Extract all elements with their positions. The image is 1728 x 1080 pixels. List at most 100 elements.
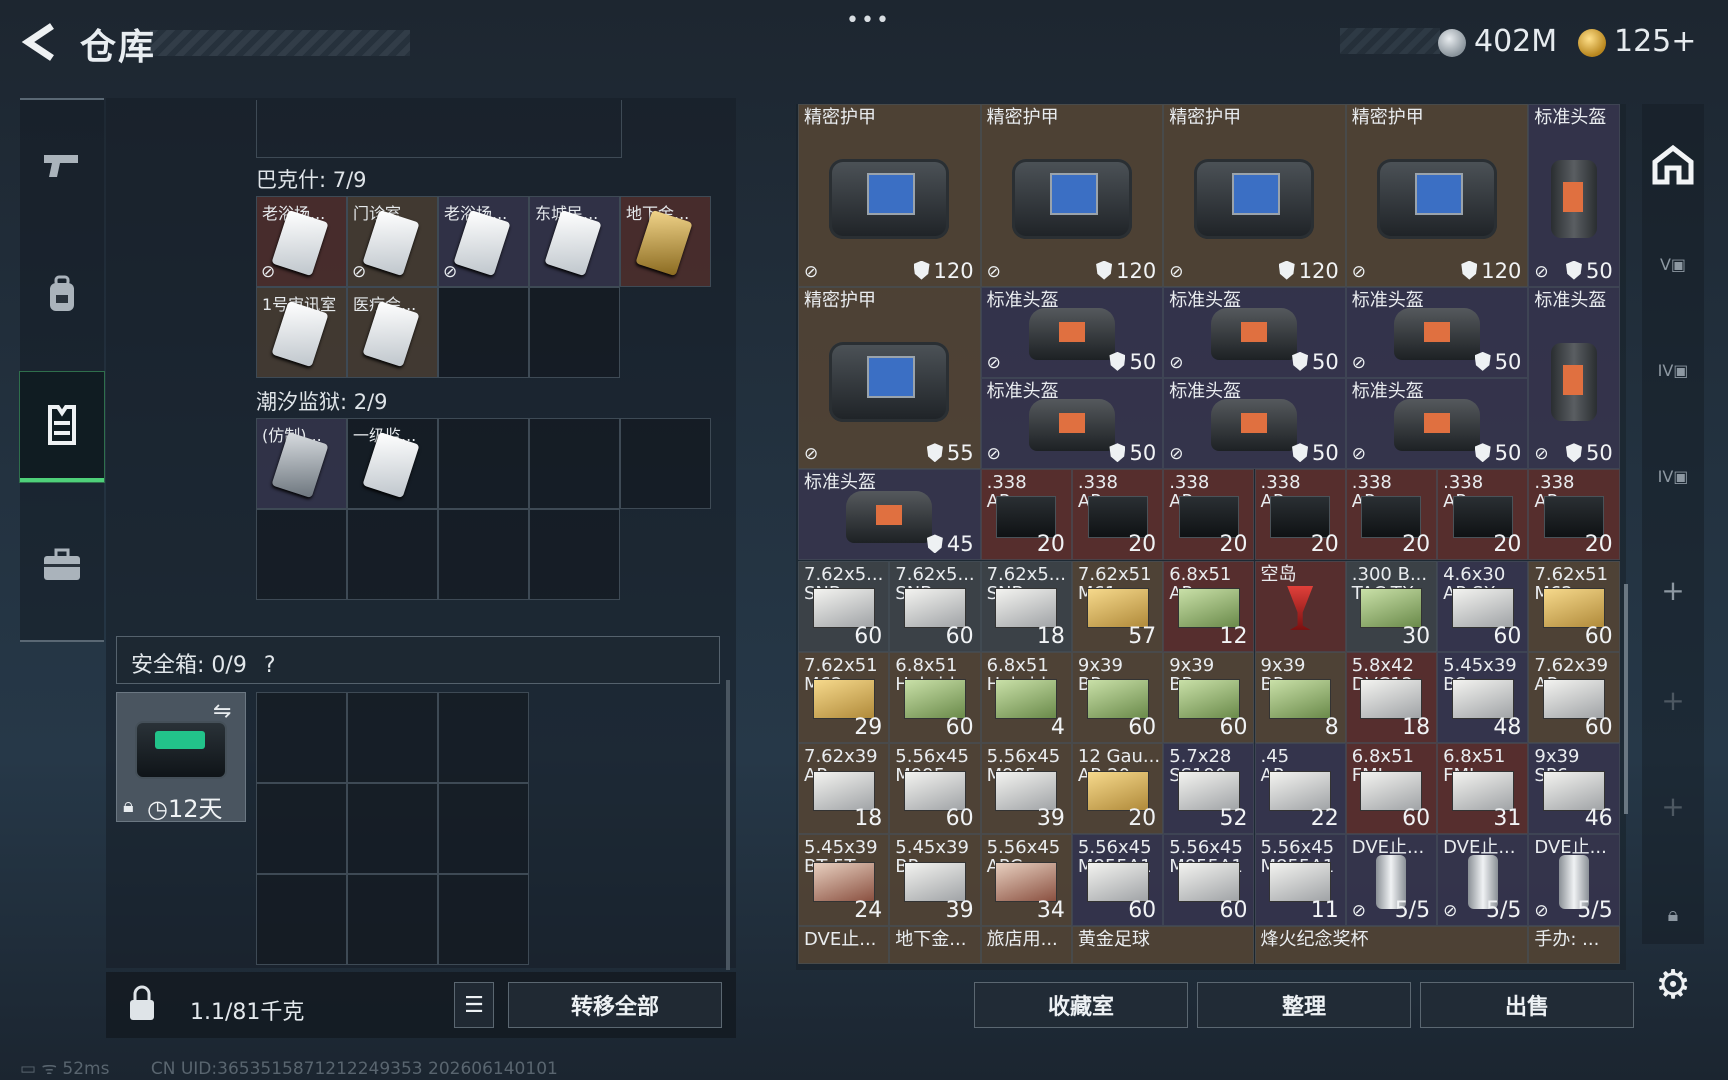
armor-item[interactable]: 精密护甲 ⊘ 55: [798, 286, 981, 470]
medkit-item[interactable]: DVE止... ⊘ 5/5: [1528, 834, 1620, 926]
ammo-item[interactable]: .338AP20: [1528, 469, 1620, 561]
empty-key-slot[interactable]: [438, 287, 529, 378]
ammo-item[interactable]: 9x39BP8: [1254, 651, 1346, 744]
ammo-item[interactable]: 5.7x28SS19052: [1163, 743, 1255, 835]
ammo-item[interactable]: .338AP20: [1163, 469, 1255, 561]
collectible-item[interactable]: 旅店用...: [980, 925, 1072, 965]
empty-key-slot[interactable]: [529, 287, 620, 378]
empty-key-slot[interactable]: [438, 418, 529, 509]
transfer-all-button[interactable]: 转移全部: [508, 982, 722, 1028]
ammo-item[interactable]: 6.8x51Hybrid60: [889, 651, 981, 744]
safe-slot[interactable]: [347, 874, 438, 965]
safe-slot[interactable]: [438, 692, 529, 783]
sell-button[interactable]: 出售: [1420, 982, 1634, 1028]
add-icon[interactable]: +: [1642, 776, 1704, 836]
safe-slot[interactable]: [256, 874, 347, 965]
ammo-item[interactable]: 7.62x5...SNB60: [798, 560, 890, 652]
safe-slot[interactable]: [256, 783, 347, 874]
ammo-item[interactable]: 5.8x42DVC1218: [1345, 651, 1438, 744]
safe-slot[interactable]: [256, 692, 347, 783]
helmet-item[interactable]: 标准头盔 ⊘ 50: [1163, 286, 1346, 378]
empty-key-slot[interactable]: [256, 509, 347, 600]
ammo-item[interactable]: 5.56x45APC34: [980, 834, 1072, 926]
ammo-item[interactable]: .45AP22: [1254, 743, 1346, 835]
settings-gear-icon[interactable]: ⚙: [1648, 962, 1698, 1012]
ammo-item[interactable]: 7.62x51M6229: [798, 651, 890, 744]
iv-tier-icon[interactable]: IV ▣: [1642, 446, 1704, 506]
key-slot[interactable]: 医疗会...: [347, 287, 438, 378]
currency-balance[interactable]: 402M: [1474, 24, 1557, 59]
safe-slot[interactable]: [347, 783, 438, 874]
ammo-item[interactable]: 4.6x30AP SX60: [1437, 560, 1529, 652]
ammo-item[interactable]: .338AP20: [1345, 469, 1438, 561]
ammo-item[interactable]: 9x39BP60: [1163, 651, 1255, 744]
ammo-item[interactable]: 7.62x51M6260: [1528, 560, 1620, 652]
medkit-item[interactable]: DVE止... ⊘ 5/5: [1437, 834, 1529, 926]
empty-key-slot[interactable]: [438, 509, 529, 600]
list-view-button[interactable]: ☰: [454, 982, 494, 1028]
weight-lock-icon[interactable]: [122, 984, 162, 1024]
armor-item[interactable]: 精密护甲 ⊘ 120: [1345, 104, 1529, 287]
left-scrollbar[interactable]: [726, 680, 730, 970]
ammo-item[interactable]: 5.45x39BP39: [889, 834, 981, 926]
ammo-item[interactable]: 9x39BP60: [1071, 651, 1164, 744]
ammo-item[interactable]: .300 B...TAC-TX30: [1345, 560, 1438, 652]
key-slot[interactable]: 门诊室 ⊘: [347, 196, 438, 287]
ammo-item[interactable]: 5.45x39BT 5T24: [798, 834, 890, 926]
collectible-item[interactable]: DVE止...: [798, 925, 890, 965]
helmet-item[interactable]: 标准头盔 45: [798, 469, 981, 561]
empty-key-slot[interactable]: [620, 418, 711, 509]
key-slot[interactable]: (仿制)...: [256, 418, 347, 509]
collectible-item[interactable]: 烽火纪念奖杯: [1254, 925, 1529, 965]
ammo-item[interactable]: 5.56x45M855A160: [1071, 834, 1164, 926]
key-slot[interactable]: 一级监...: [347, 418, 438, 509]
ammo-item[interactable]: 9x39SP646: [1528, 743, 1620, 835]
ammo-item[interactable]: .338AP20: [1071, 469, 1164, 561]
helmet-item[interactable]: 标准头盔 ⊘ 50: [980, 377, 1164, 470]
ammo-item[interactable]: .338AP20: [1254, 469, 1346, 561]
ammo-item[interactable]: 6.8x51FMJ31: [1437, 743, 1529, 835]
safe-slot[interactable]: [347, 692, 438, 783]
key-slot[interactable]: 1号审讯室: [256, 287, 347, 378]
medkit-item[interactable]: DVE止... ⊘ 5/5: [1345, 834, 1438, 926]
ammo-item[interactable]: 12 Gau...AP-2020: [1071, 743, 1164, 835]
helmet-item[interactable]: 标准头盔 ⊘ 50: [1163, 377, 1346, 470]
ammo-item[interactable]: 7.62x39AP18: [798, 743, 890, 835]
ammo-item[interactable]: 5.45x39BS48: [1437, 651, 1529, 744]
armor-item[interactable]: 精密护甲 ⊘ 120: [798, 104, 981, 287]
collectible-item[interactable]: 黄金足球: [1071, 925, 1255, 965]
collection-room-button[interactable]: 收藏室: [974, 982, 1188, 1028]
ammo-item[interactable]: 6.8x51Hybrid4: [980, 651, 1072, 744]
add-icon[interactable]: +: [1642, 670, 1704, 730]
premium-currency-balance[interactable]: 125+: [1614, 24, 1696, 59]
collectible-item[interactable]: 手办: ...: [1528, 925, 1620, 965]
helmet-item[interactable]: 标准头盔 ⊘ 50: [1345, 377, 1529, 470]
ammo-item[interactable]: 6.8x51FMJ60: [1345, 743, 1438, 835]
ammo-item[interactable]: 5.56x45M99560: [889, 743, 981, 835]
sidebar-item-weapons[interactable]: [20, 110, 104, 220]
empty-key-slot[interactable]: [529, 418, 620, 509]
armor-item[interactable]: 精密护甲 ⊘ 120: [980, 104, 1164, 287]
swap-icon[interactable]: ⇋: [213, 699, 231, 724]
ammo-item[interactable]: .338AP20: [1437, 469, 1529, 561]
sidebar-item-briefcase[interactable]: [20, 510, 104, 620]
helmet-item[interactable]: 标准头盔 ⊘ 50: [980, 286, 1164, 378]
ammo-item[interactable]: 5.56x45M99539: [980, 743, 1072, 835]
sidebar-item-vest[interactable]: [19, 371, 105, 483]
helmet-item[interactable]: 标准头盔 ⊘ 50: [1345, 286, 1529, 378]
collectible-item[interactable]: 地下金...: [889, 925, 981, 965]
safe-slot[interactable]: [438, 874, 529, 965]
key-slot[interactable]: 东城民...: [529, 196, 620, 287]
ammo-item[interactable]: 7.62x5...SNB60: [889, 560, 981, 652]
organize-button[interactable]: 整理: [1197, 982, 1411, 1028]
ammo-item[interactable]: .338AP20: [980, 469, 1072, 561]
more-menu-icon[interactable]: •••: [846, 8, 891, 33]
back-button[interactable]: [18, 20, 62, 64]
v-tier-icon[interactable]: V ▣: [1642, 234, 1704, 294]
sidebar-item-backpack[interactable]: [20, 240, 104, 350]
stash-scrollbar[interactable]: [1624, 584, 1628, 814]
ammo-item[interactable]: 7.62x51M6157: [1071, 560, 1164, 652]
safe-box-container[interactable]: ⇋ 🔒︎ ◷12天: [116, 692, 246, 823]
key-slot[interactable]: 老浴场...⊘: [438, 196, 529, 287]
helmet-item[interactable]: 标准头盔 ⊘ 50: [1528, 104, 1620, 287]
